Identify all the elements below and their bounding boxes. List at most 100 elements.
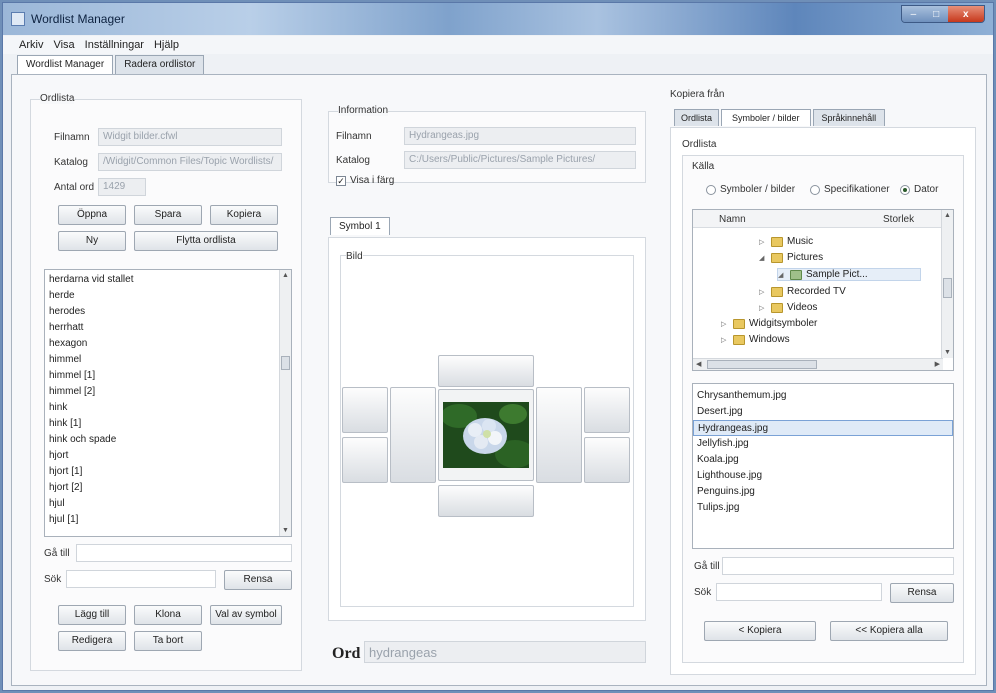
list-item[interactable]: Penguins.jpg (693, 484, 953, 500)
symbol-slot-top[interactable] (438, 355, 534, 387)
expand-icon[interactable]: ▷ (759, 304, 767, 312)
maximize-button[interactable]: □ (924, 6, 948, 22)
symbol-slot-left-tall[interactable] (390, 387, 436, 483)
copy-button[interactable]: Kopiera (210, 205, 278, 225)
tree-header-name[interactable]: Namn (719, 214, 746, 225)
list-item[interactable]: hjul [1] (45, 512, 291, 528)
tab-radera-ordlistor[interactable]: Radera ordlistor (115, 55, 205, 75)
goto-input[interactable] (76, 544, 292, 562)
tree-item-recorded-tv[interactable]: ▷ Recorded TV (759, 286, 846, 297)
tree-item-videos[interactable]: ▷ Videos (759, 302, 817, 313)
list-item[interactable]: Desert.jpg (693, 404, 953, 420)
radio-dator[interactable] (900, 185, 910, 195)
list-item[interactable]: herrhatt (45, 320, 291, 336)
tree-hscrollbar[interactable]: ◀ ▶ (693, 358, 943, 370)
choose-symbol-button[interactable]: Val av symbol (210, 605, 282, 625)
copy-selected-button[interactable]: < Kopiera (704, 621, 816, 641)
tree-item-music[interactable]: ▷ Music (759, 236, 813, 247)
list-item[interactable]: hjul (45, 496, 291, 512)
list-item[interactable]: himmel [1] (45, 368, 291, 384)
add-button[interactable]: Lägg till (58, 605, 126, 625)
symbol-slot-bottom[interactable] (438, 485, 534, 517)
copy-clear-search-button[interactable]: Rensa (890, 583, 954, 603)
new-button[interactable]: Ny (58, 231, 126, 251)
list-item[interactable]: hexagon (45, 336, 291, 352)
list-item[interactable]: Jellyfish.jpg (693, 436, 953, 452)
symbol-slot-right-top[interactable] (584, 387, 630, 433)
list-item[interactable]: hink (45, 400, 291, 416)
folder-tree[interactable]: Namn Storlek ▷ Music ◢ Pictures ◢ Sample Pi… (692, 209, 954, 371)
menu-visa[interactable]: Visa (53, 39, 74, 51)
list-item[interactable]: hjort [2] (45, 480, 291, 496)
collapse-icon[interactable]: ◢ (759, 254, 767, 262)
scrollbar-thumb[interactable] (281, 356, 290, 370)
minimize-button[interactable]: – (902, 6, 925, 22)
list-item[interactable]: herdarna vid stallet (45, 272, 291, 288)
symbol-slot-left-top[interactable] (342, 387, 388, 433)
list-item[interactable]: hink [1] (45, 416, 291, 432)
tree-item-sample-pictures[interactable]: ◢ Sample Pict... (777, 268, 921, 281)
copy-search-input[interactable] (716, 583, 882, 601)
expand-icon[interactable]: ▷ (721, 320, 729, 328)
tab-symbol-1[interactable]: Symbol 1 (330, 217, 390, 235)
list-item[interactable]: hjort (45, 448, 291, 464)
delete-button[interactable]: Ta bort (134, 631, 202, 651)
tree-item-pictures[interactable]: ◢ Pictures (759, 252, 823, 263)
radio-specifikationer[interactable] (810, 185, 820, 195)
menu-arkiv[interactable]: Arkiv (19, 39, 43, 51)
scroll-up-icon[interactable]: ▲ (944, 212, 951, 219)
scroll-up-icon[interactable]: ▲ (282, 272, 289, 279)
expand-icon[interactable]: ▷ (721, 336, 729, 344)
word-value-field: hydrangeas (364, 641, 646, 663)
scroll-left-icon[interactable]: ◀ (696, 360, 701, 368)
list-item[interactable]: Chrysanthemum.jpg (693, 388, 953, 404)
tree-header-size[interactable]: Storlek (883, 214, 914, 225)
clone-button[interactable]: Klona (134, 605, 202, 625)
scroll-right-icon[interactable]: ▶ (935, 360, 940, 368)
radio-symboler[interactable] (706, 185, 716, 195)
menu-hjalp[interactable]: Hjälp (154, 39, 179, 51)
list-item[interactable]: Tulips.jpg (693, 500, 953, 516)
edit-button[interactable]: Redigera (58, 631, 126, 651)
tab-wordlist-manager[interactable]: Wordlist Manager (17, 55, 114, 75)
close-button[interactable]: x (947, 6, 984, 22)
scroll-down-icon[interactable]: ▼ (282, 527, 289, 534)
tab-copy-sprakinnehall[interactable]: Språkinnehåll (812, 109, 886, 126)
save-button[interactable]: Spara (134, 205, 202, 225)
tab-copy-symboler[interactable]: Symboler / bilder (721, 109, 811, 126)
list-item[interactable]: herodes (45, 304, 291, 320)
clear-search-button[interactable]: Rensa (224, 570, 292, 590)
list-item[interactable]: hink och spade (45, 432, 291, 448)
copy-all-button[interactable]: << Kopiera alla (830, 621, 948, 641)
expand-icon[interactable]: ▷ (759, 288, 767, 296)
search-input[interactable] (66, 570, 216, 588)
scroll-down-icon[interactable]: ▼ (944, 349, 951, 356)
scrollbar-thumb[interactable] (707, 360, 817, 369)
list-item[interactable]: Koala.jpg (693, 452, 953, 468)
list-item[interactable]: Lighthouse.jpg (693, 468, 953, 484)
move-wordlist-button[interactable]: Flytta ordlista (134, 231, 278, 251)
expand-icon[interactable]: ▷ (759, 238, 767, 246)
symbol-slot-right-tall[interactable] (536, 387, 582, 483)
tree-item-widgitsymboler[interactable]: ▷ Widgitsymboler (721, 318, 817, 329)
file-list[interactable]: Chrysanthemum.jpg Desert.jpg Hydrangeas.… (692, 383, 954, 549)
copy-goto-input[interactable] (722, 557, 954, 575)
menu-installningar[interactable]: Inställningar (85, 39, 144, 51)
list-item[interactable]: himmel [2] (45, 384, 291, 400)
list-item[interactable]: himmel (45, 352, 291, 368)
list-item[interactable]: herde (45, 288, 291, 304)
tab-copy-ordlista[interactable]: Ordlista (674, 109, 720, 126)
list-item-selected[interactable]: Hydrangeas.jpg (693, 420, 953, 436)
word-list[interactable]: herdarna vid stallet herde herodes herrh… (44, 269, 292, 537)
word-list-scrollbar[interactable]: ▲ ▼ (279, 270, 291, 536)
list-item[interactable]: hjort [1] (45, 464, 291, 480)
symbol-slot-right-bottom[interactable] (584, 437, 630, 483)
collapse-icon[interactable]: ◢ (778, 271, 786, 279)
symbol-slot-left-bottom[interactable] (342, 437, 388, 483)
scrollbar-thumb[interactable] (943, 278, 952, 298)
color-checkbox[interactable]: ✓ (336, 176, 346, 186)
tree-item-windows[interactable]: ▷ Windows (721, 334, 790, 345)
open-button[interactable]: Öppna (58, 205, 126, 225)
symbol-image-frame[interactable] (438, 389, 534, 481)
tree-vscrollbar[interactable]: ▲ ▼ (941, 210, 953, 358)
